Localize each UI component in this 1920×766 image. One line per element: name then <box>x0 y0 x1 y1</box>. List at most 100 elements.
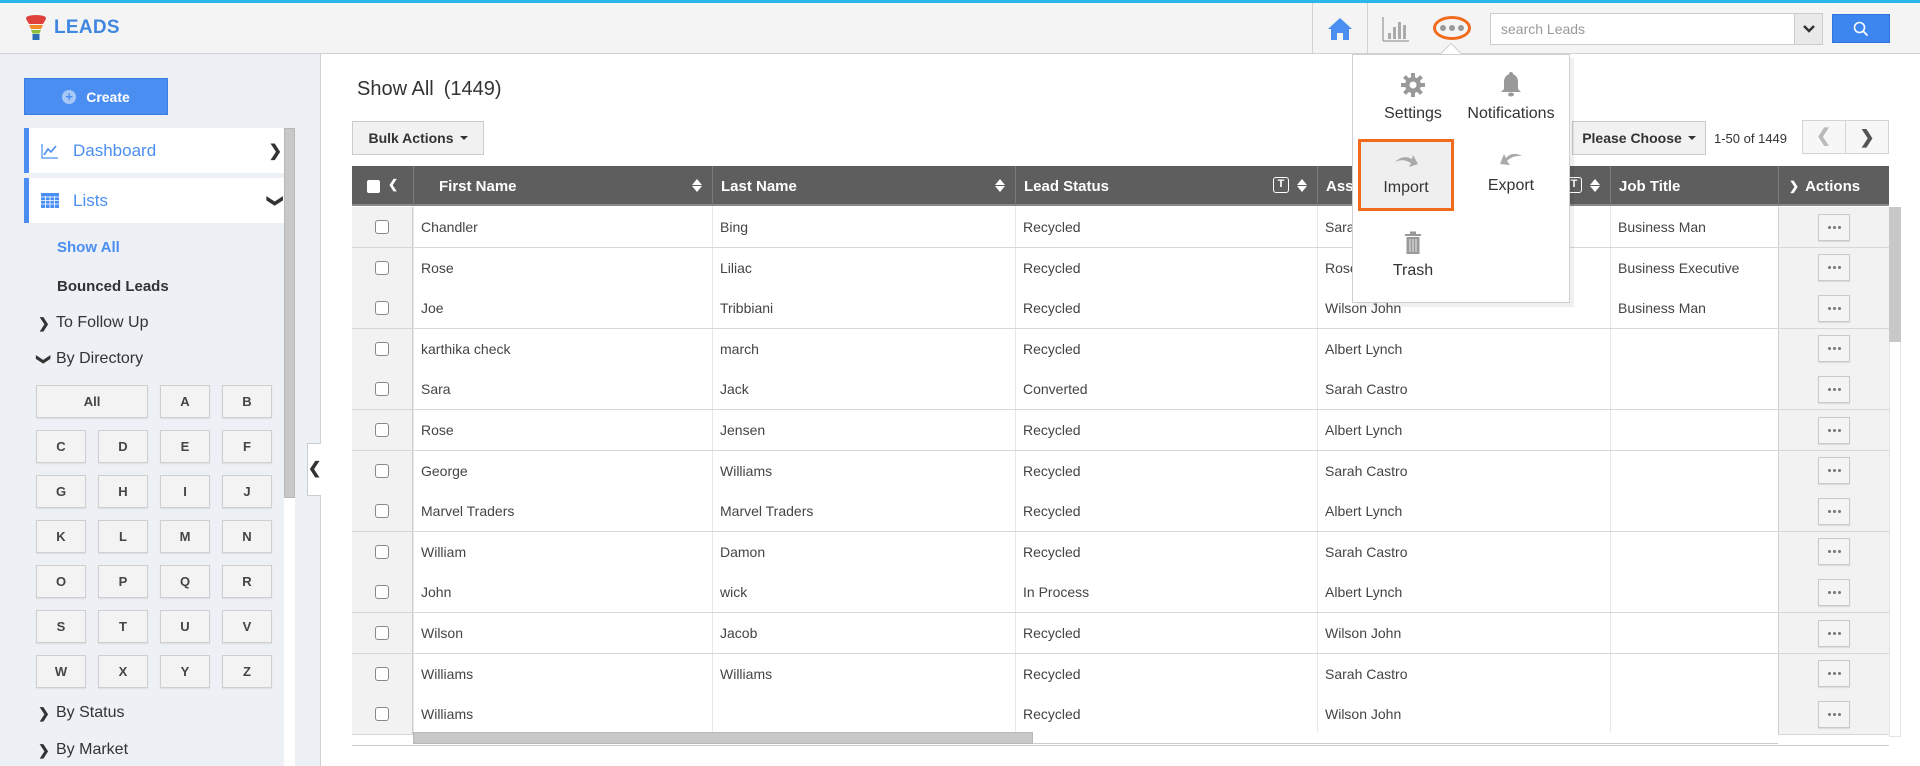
row-checkbox[interactable] <box>375 463 389 478</box>
menu-item-trash[interactable]: Trash <box>1365 219 1461 291</box>
row-actions-button[interactable] <box>1818 619 1850 647</box>
row-actions-button[interactable] <box>1818 700 1850 728</box>
table-row[interactable]: John wick In Process Albert Lynch <box>352 572 1889 614</box>
letter-filter-all[interactable]: All <box>36 385 148 418</box>
table-vertical-scrollbar-thumb[interactable] <box>1889 207 1901 342</box>
letter-filter-r[interactable]: R <box>222 565 272 598</box>
table-row[interactable]: William Damon Recycled Sarah Castro <box>352 531 1889 573</box>
row-checkbox[interactable] <box>375 666 389 681</box>
prev-page-button[interactable]: ❯ <box>1802 120 1846 154</box>
row-actions-button[interactable] <box>1818 538 1850 566</box>
search-button[interactable] <box>1832 14 1890 43</box>
letter-filter-c[interactable]: C <box>36 430 86 463</box>
letter-filter-t[interactable]: T <box>98 610 148 643</box>
letter-filter-a[interactable]: A <box>160 385 210 418</box>
letter-filter-o[interactable]: O <box>36 565 86 598</box>
letter-filter-e[interactable]: E <box>160 430 210 463</box>
row-actions-button[interactable] <box>1818 497 1850 525</box>
letter-filter-j[interactable]: J <box>222 475 272 508</box>
next-page-button[interactable]: ❯ <box>1845 120 1889 154</box>
table-row[interactable]: Chandler Bing Recycled Sara Business Man <box>352 207 1889 248</box>
table-row[interactable]: Sara Jack Converted Sarah Castro <box>352 369 1889 411</box>
tree-by-status[interactable]: ❯ By Status <box>38 704 124 722</box>
letter-filter-s[interactable]: S <box>36 610 86 643</box>
row-actions-button[interactable] <box>1818 457 1850 485</box>
chevron-left-icon[interactable]: ❯ <box>388 179 398 193</box>
sort-icon[interactable] <box>1297 179 1307 192</box>
reports-button[interactable] <box>1378 13 1414 45</box>
tree-by-directory[interactable]: ❯ By Directory <box>37 350 144 368</box>
sort-icon[interactable] <box>692 179 702 192</box>
table-row[interactable]: Wilson Jacob Recycled Wilson John <box>352 613 1889 654</box>
filter-icon[interactable]: T <box>1273 177 1289 193</box>
sidebar-scrollbar-thumb[interactable] <box>284 128 295 498</box>
row-actions-button[interactable] <box>1818 335 1850 363</box>
table-row[interactable]: Joe Tribbiani Recycled Wilson John Business … <box>352 288 1889 330</box>
row-checkbox[interactable] <box>375 301 389 316</box>
chevron-right-icon[interactable]: ❯ <box>1789 179 1799 193</box>
row-checkbox[interactable] <box>375 544 389 559</box>
table-row[interactable]: Williams Recycled Wilson John <box>352 694 1889 736</box>
letter-filter-w[interactable]: W <box>36 655 86 688</box>
letter-filter-v[interactable]: V <box>222 610 272 643</box>
select-all-checkbox[interactable] <box>366 179 380 193</box>
letter-filter-k[interactable]: K <box>36 520 86 553</box>
letter-filter-n[interactable]: N <box>222 520 272 553</box>
more-button[interactable] <box>1433 16 1471 40</box>
row-actions-button[interactable] <box>1818 578 1850 606</box>
letter-filter-i[interactable]: I <box>160 475 210 508</box>
table-horizontal-scrollbar-thumb[interactable] <box>413 732 1033 744</box>
table-row[interactable]: karthika check march Recycled Albert Lynch <box>352 328 1889 370</box>
menu-item-settings[interactable]: Settings <box>1365 61 1461 133</box>
sidebar-item-dashboard[interactable]: Dashboard ❯ <box>24 128 284 173</box>
letter-filter-f[interactable]: F <box>222 430 272 463</box>
table-row[interactable]: Williams Williams Recycled Sarah Castro <box>352 653 1889 695</box>
row-checkbox[interactable] <box>375 707 389 722</box>
letter-filter-m[interactable]: M <box>160 520 210 553</box>
list-bounced-leads[interactable]: Bounced Leads <box>57 278 169 295</box>
letter-filter-q[interactable]: Q <box>160 565 210 598</box>
column-header-last-name[interactable]: Last Name <box>712 166 1015 206</box>
row-checkbox[interactable] <box>375 220 389 234</box>
column-header-first-name[interactable]: First Name <box>413 166 712 206</box>
row-checkbox[interactable] <box>375 382 389 397</box>
letter-filter-x[interactable]: X <box>98 655 148 688</box>
table-row[interactable]: Rose Jensen Recycled Albert Lynch <box>352 410 1889 451</box>
row-actions-button[interactable] <box>1818 254 1850 282</box>
row-actions-button[interactable] <box>1818 213 1850 241</box>
collapse-sidebar-button[interactable]: ❯ <box>307 443 321 496</box>
row-actions-button[interactable] <box>1818 294 1850 322</box>
tree-to-follow-up[interactable]: ❯ To Follow Up <box>38 314 148 332</box>
sidebar-item-lists[interactable]: Lists ❯ <box>24 178 284 223</box>
row-actions-button[interactable] <box>1818 375 1850 403</box>
row-checkbox[interactable] <box>375 504 389 519</box>
column-header-job-title[interactable]: Job Title <box>1610 166 1778 206</box>
row-checkbox[interactable] <box>375 423 389 437</box>
list-show-all[interactable]: Show All <box>57 239 120 256</box>
letter-filter-h[interactable]: H <box>98 475 148 508</box>
row-actions-button[interactable] <box>1818 660 1850 688</box>
letter-filter-b[interactable]: B <box>222 385 272 418</box>
row-checkbox[interactable] <box>375 626 389 640</box>
create-button[interactable]: + Create <box>24 78 168 115</box>
menu-item-import[interactable]: Import <box>1358 139 1454 211</box>
letter-filter-d[interactable]: D <box>98 430 148 463</box>
row-checkbox[interactable] <box>375 341 389 356</box>
bulk-actions-button[interactable]: Bulk Actions <box>352 121 484 155</box>
letter-filter-g[interactable]: G <box>36 475 86 508</box>
row-actions-button[interactable] <box>1818 416 1850 444</box>
letter-filter-l[interactable]: L <box>98 520 148 553</box>
letter-filter-z[interactable]: Z <box>222 655 272 688</box>
sort-icon[interactable] <box>995 179 1005 192</box>
menu-item-notifications[interactable]: Notifications <box>1463 61 1559 133</box>
column-header-lead-status[interactable]: Lead Status T <box>1015 166 1317 206</box>
row-checkbox[interactable] <box>375 585 389 600</box>
table-row[interactable]: George Williams Recycled Sarah Castro <box>352 450 1889 492</box>
tree-by-market[interactable]: ❯ By Market <box>38 741 128 759</box>
search-dropdown-button[interactable] <box>1794 14 1822 44</box>
letter-filter-y[interactable]: Y <box>160 655 210 688</box>
table-row[interactable]: Rose Liliac Recycled Rose Business Executive <box>352 247 1889 289</box>
view-select[interactable]: Please Choose <box>1572 121 1706 155</box>
home-button[interactable] <box>1312 3 1368 54</box>
app-logo[interactable]: LEADS <box>26 15 120 41</box>
